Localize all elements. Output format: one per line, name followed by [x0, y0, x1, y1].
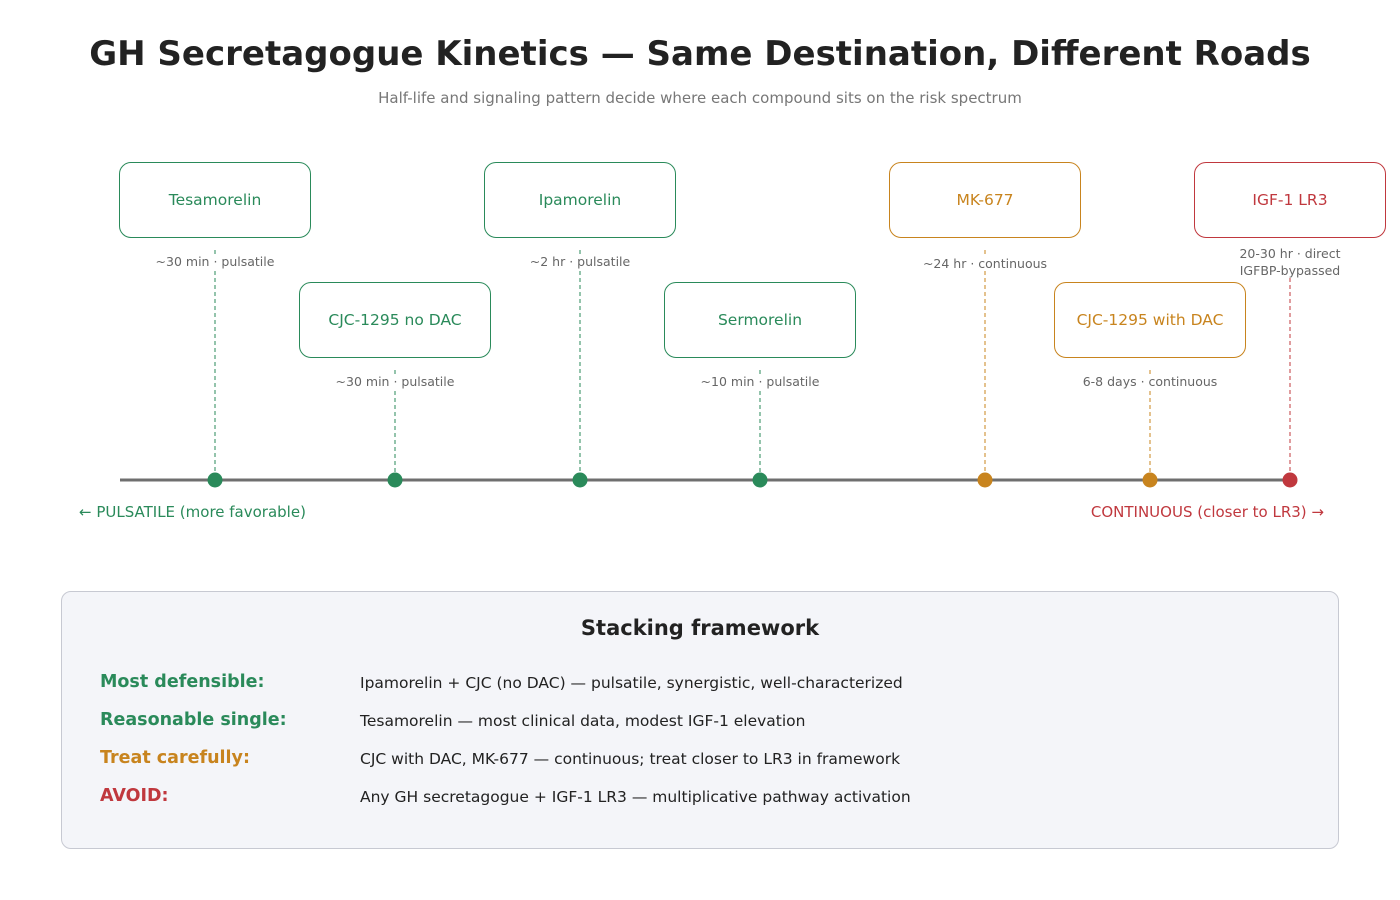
- compound-name: CJC-1295 with DAC: [1076, 311, 1224, 329]
- framework-row-label: Treat carefully:: [100, 748, 250, 768]
- compound-box: Tesamorelin: [119, 162, 311, 238]
- compound-name: CJC-1295 no DAC: [328, 311, 462, 329]
- framework-row-label: Reasonable single:: [100, 710, 287, 730]
- compound-marker-dot: [572, 472, 588, 488]
- framework-row-most-defensible: Most defensible: Ipamorelin + CJC (no DA…: [62, 672, 1338, 702]
- compound-marker-dot: [1282, 472, 1298, 488]
- compound-name: Tesamorelin: [168, 191, 262, 209]
- framework-row-reasonable-single: Reasonable single: Tesamorelin — most cl…: [62, 710, 1338, 740]
- compound-box: IGF-1 LR3: [1194, 162, 1386, 238]
- compound-name: Sermorelin: [717, 311, 803, 329]
- framework-row-label: AVOID:: [100, 786, 169, 806]
- compound-box: Sermorelin: [664, 282, 856, 358]
- framework-row-text: Ipamorelin + CJC (no DAC) — pulsatile, s…: [360, 674, 903, 692]
- compound-kinetics-label: ~30 min · pulsatile: [153, 254, 277, 269]
- framework-title: Stacking framework: [580, 616, 820, 640]
- compound-kinetics-label: ~30 min · pulsatile: [333, 374, 457, 389]
- stacking-framework-panel: Stacking framework Most defensible: Ipam…: [61, 591, 1339, 849]
- compound-box: Ipamorelin: [484, 162, 676, 238]
- compound-box: CJC-1295 no DAC: [299, 282, 491, 358]
- framework-row-avoid: AVOID: Any GH secretagogue + IGF-1 LR3 —…: [62, 786, 1338, 816]
- continuous-end-label: CONTINUOUS (closer to LR3) →: [1090, 503, 1324, 521]
- framework-row-label: Most defensible:: [100, 672, 265, 692]
- framework-row-text: CJC with DAC, MK-677 — continuous; treat…: [360, 750, 901, 768]
- kinetics-spectrum-diagram: ← PULSATILE (more favorable) CONTINUOUS …: [0, 0, 1400, 560]
- compound-kinetics-label: ~10 min · pulsatile: [698, 374, 822, 389]
- compound-marker-dot: [1142, 472, 1158, 488]
- framework-row-treat-carefully: Treat carefully: CJC with DAC, MK-677 — …: [62, 748, 1338, 778]
- compound-kinetics-label: 20-30 hr · direct IGFBP-bypassed: [1237, 246, 1343, 278]
- framework-row-text: Any GH secretagogue + IGF-1 LR3 — multip…: [360, 788, 911, 806]
- compound-box: CJC-1295 with DAC: [1054, 282, 1246, 358]
- spectrum-graphic: [120, 250, 1298, 488]
- framework-row-text: Tesamorelin — most clinical data, modest…: [360, 712, 806, 730]
- compound-marker-dot: [387, 472, 403, 488]
- compound-box: MK-677: [889, 162, 1081, 238]
- compound-name: Ipamorelin: [538, 191, 622, 209]
- compound-name: MK-677: [956, 191, 1014, 209]
- compound-marker-dot: [207, 472, 223, 488]
- compound-kinetics-label: ~2 hr · pulsatile: [527, 254, 633, 269]
- compound-kinetics-label: 6-8 days · continuous: [1080, 374, 1220, 389]
- compound-marker-dot: [977, 472, 993, 488]
- compound-kinetics-label: ~24 hr · continuous: [920, 256, 1050, 271]
- compound-marker-dot: [752, 472, 768, 488]
- pulsatile-end-label: ← PULSATILE (more favorable): [79, 503, 306, 521]
- compound-name: IGF-1 LR3: [1252, 191, 1328, 209]
